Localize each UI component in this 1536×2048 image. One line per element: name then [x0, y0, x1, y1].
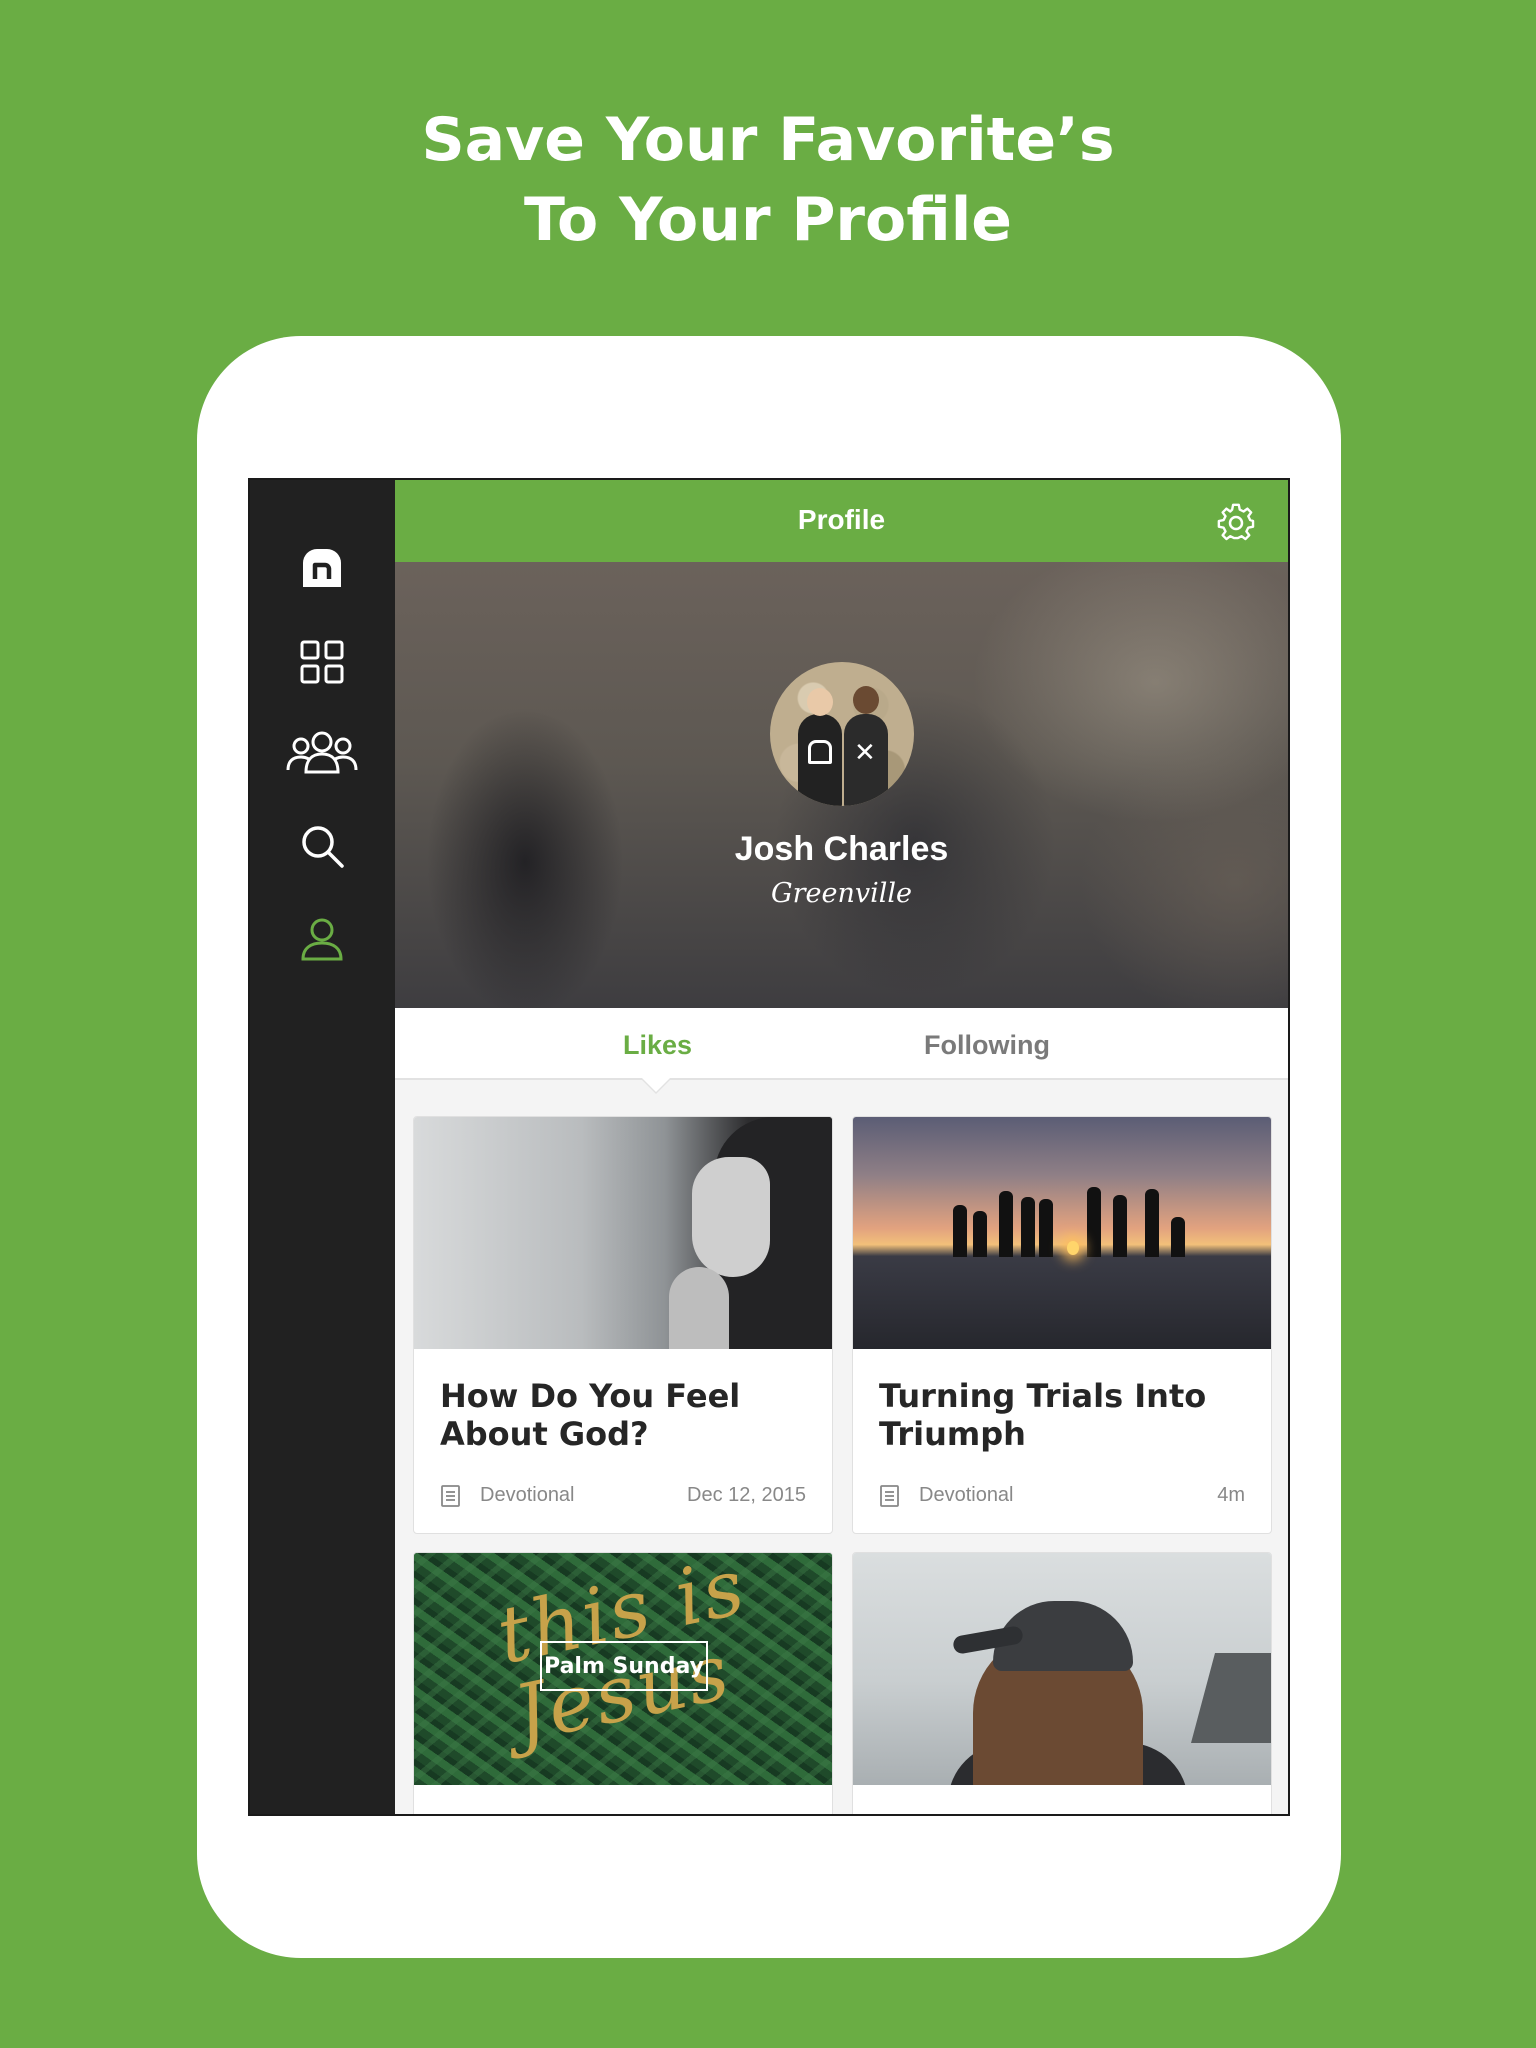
top-bar: Profile — [395, 480, 1288, 562]
card-palm-sunday[interactable]: this is Jesus Palm Sunday — [413, 1552, 833, 1814]
card-meta: Devotional Dec 12, 2015 — [440, 1482, 806, 1512]
page-title: Profile — [797, 504, 886, 535]
card-image — [853, 1117, 1271, 1349]
card-title: How Do You Feel About God? — [440, 1377, 741, 1453]
profile-tabs: Likes Following — [395, 1008, 1288, 1080]
card-date: Dec 12, 2015 — [687, 1484, 806, 1506]
card-title: Turning Trials Into Triumph — [879, 1377, 1207, 1453]
document-icon — [879, 1484, 901, 1514]
profile-hero: ✕ Josh Charles Greenville — [395, 562, 1288, 1008]
tab-following[interactable]: Following — [924, 1030, 1050, 1061]
image-badge: Palm Sunday — [540, 1641, 708, 1691]
avatar[interactable]: ✕ — [770, 662, 914, 806]
card-image — [853, 1553, 1271, 1785]
app-logo-icon[interactable] — [286, 532, 358, 604]
card-date: 4m — [1217, 1484, 1245, 1506]
shirt-logo-icon — [808, 740, 832, 764]
headline: Save Your Favorite’s To Your Profile — [0, 100, 1536, 260]
shirt-cross-icon: ✕ — [854, 738, 876, 768]
sidebar — [250, 480, 395, 1814]
main-panel: Profile ✕ Josh Charles Greenville Likes — [395, 480, 1288, 1814]
card-type: Devotional — [480, 1484, 575, 1506]
profile-icon[interactable] — [286, 904, 358, 976]
groups-icon[interactable] — [286, 717, 358, 789]
search-icon[interactable] — [286, 810, 358, 882]
card-type: Devotional — [919, 1484, 1014, 1506]
card-image — [414, 1117, 832, 1349]
document-icon — [440, 1484, 462, 1514]
user-name: Josh Charles — [734, 830, 949, 868]
grid-icon[interactable] — [286, 626, 358, 698]
gear-icon[interactable] — [1216, 502, 1256, 542]
card-meta: Devotional 4m — [879, 1482, 1245, 1512]
card-cap-girl[interactable] — [852, 1552, 1272, 1814]
tab-likes[interactable]: Likes — [623, 1030, 692, 1061]
card-how-do-you-feel[interactable]: How Do You Feel About God? Devotional De… — [413, 1116, 833, 1534]
headline-line-2: To Your Profile — [524, 185, 1012, 255]
app-screen: Profile ✕ Josh Charles Greenville Likes — [248, 478, 1290, 1816]
headline-line-1: Save Your Favorite’s — [421, 105, 1115, 175]
card-turning-trials[interactable]: Turning Trials Into Triumph Devotional 4… — [852, 1116, 1272, 1534]
user-location: Greenville — [771, 878, 912, 909]
card-image: this is Jesus Palm Sunday — [414, 1553, 832, 1785]
active-tab-caret — [642, 1078, 670, 1092]
